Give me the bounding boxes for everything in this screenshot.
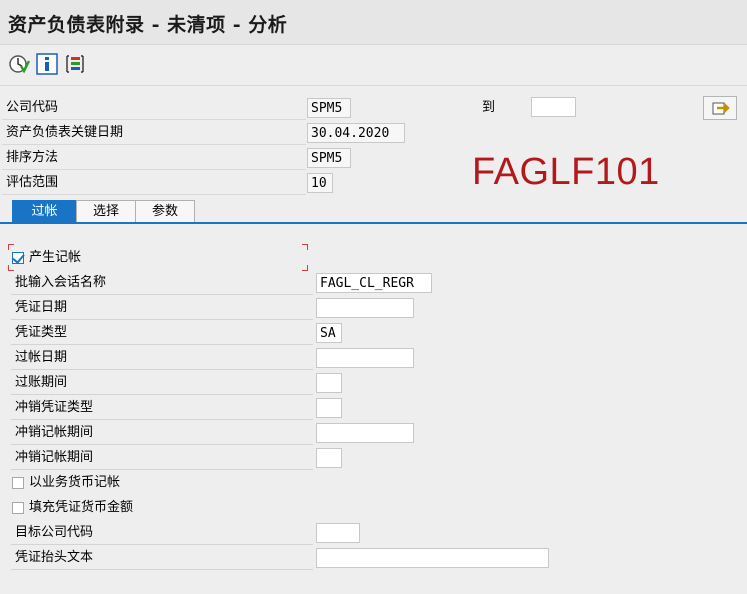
window-title: 资产负债表附录 - 未清项 - 分析 — [8, 14, 288, 36]
multiple-selection-arrow-icon — [712, 102, 730, 115]
info-icon[interactable] — [36, 53, 58, 75]
target-company-field[interactable] — [316, 523, 360, 543]
transaction-currency-label: 以业务货币记帐 — [29, 475, 121, 490]
title-bar: 资产负债表附录 - 未清项 - 分析 — [0, 0, 747, 45]
focus-corner — [8, 244, 14, 250]
tab-selection[interactable]: 选择 — [76, 200, 136, 222]
posting-date-label: 过帐日期 — [11, 347, 313, 370]
tab-underline — [0, 222, 747, 224]
valuation-area-field[interactable]: 10 — [307, 173, 333, 193]
company-code-field[interactable]: SPM5 — [307, 98, 351, 118]
reversal-doc-type-field[interactable] — [316, 398, 342, 418]
fill-doc-amount-label: 填充凭证货币金额 — [29, 500, 134, 515]
valuation-area-label: 评估范围 — [2, 172, 306, 195]
document-type-field[interactable]: SA — [316, 323, 342, 343]
reversal-posting-period-field[interactable] — [316, 448, 342, 468]
focus-corner — [302, 244, 308, 250]
posting-date-field[interactable] — [316, 348, 414, 368]
reversal-doc-type-label: 冲销凭证类型 — [11, 397, 313, 420]
header-text-label: 凭证抬头文本 — [11, 547, 313, 570]
company-code-label: 公司代码 — [2, 97, 306, 120]
tab-parameters[interactable]: 参数 — [135, 200, 195, 222]
fill-doc-amount-checkbox[interactable] — [12, 502, 24, 514]
key-date-field[interactable]: 30.04.2020 — [307, 123, 405, 143]
session-name-field[interactable]: FAGL_CL_REGR — [316, 273, 432, 293]
sort-method-label: 排序方法 — [2, 147, 306, 170]
execute-clock-icon[interactable] — [8, 53, 31, 75]
focus-corner — [8, 265, 14, 271]
session-name-label: 批输入会话名称 — [11, 272, 313, 295]
header-text-field[interactable] — [316, 548, 549, 568]
sort-method-field[interactable]: SPM5 — [307, 148, 351, 168]
posting-period-field[interactable] — [316, 373, 342, 393]
transaction-currency-checkbox[interactable] — [12, 477, 24, 489]
generate-postings-checkbox[interactable] — [12, 252, 24, 264]
focus-corner — [302, 265, 308, 271]
document-date-field[interactable] — [316, 298, 414, 318]
reversal-posting-date-field[interactable] — [316, 423, 414, 443]
document-type-label: 凭证类型 — [11, 322, 313, 345]
program-variant-icon[interactable] — [64, 53, 86, 75]
reversal-posting-date-label: 冲销记帐期间 — [11, 422, 313, 445]
to-label: 到 — [482, 100, 496, 115]
application-toolbar — [0, 45, 747, 86]
multiple-selection-button[interactable] — [703, 96, 737, 120]
company-code-to-field[interactable] — [531, 97, 576, 117]
key-date-label: 资产负债表关键日期 — [2, 122, 306, 145]
target-company-label: 目标公司代码 — [11, 522, 313, 545]
document-date-label: 凭证日期 — [11, 297, 313, 320]
tab-posting[interactable]: 过帐 — [12, 200, 77, 222]
generate-postings-label: 产生记帐 — [29, 250, 82, 265]
reversal-posting-period-label: 冲销记帐期间 — [11, 447, 313, 470]
posting-period-label: 过账期间 — [11, 372, 313, 395]
transaction-code-overlay: FAGLF101 — [472, 151, 660, 193]
